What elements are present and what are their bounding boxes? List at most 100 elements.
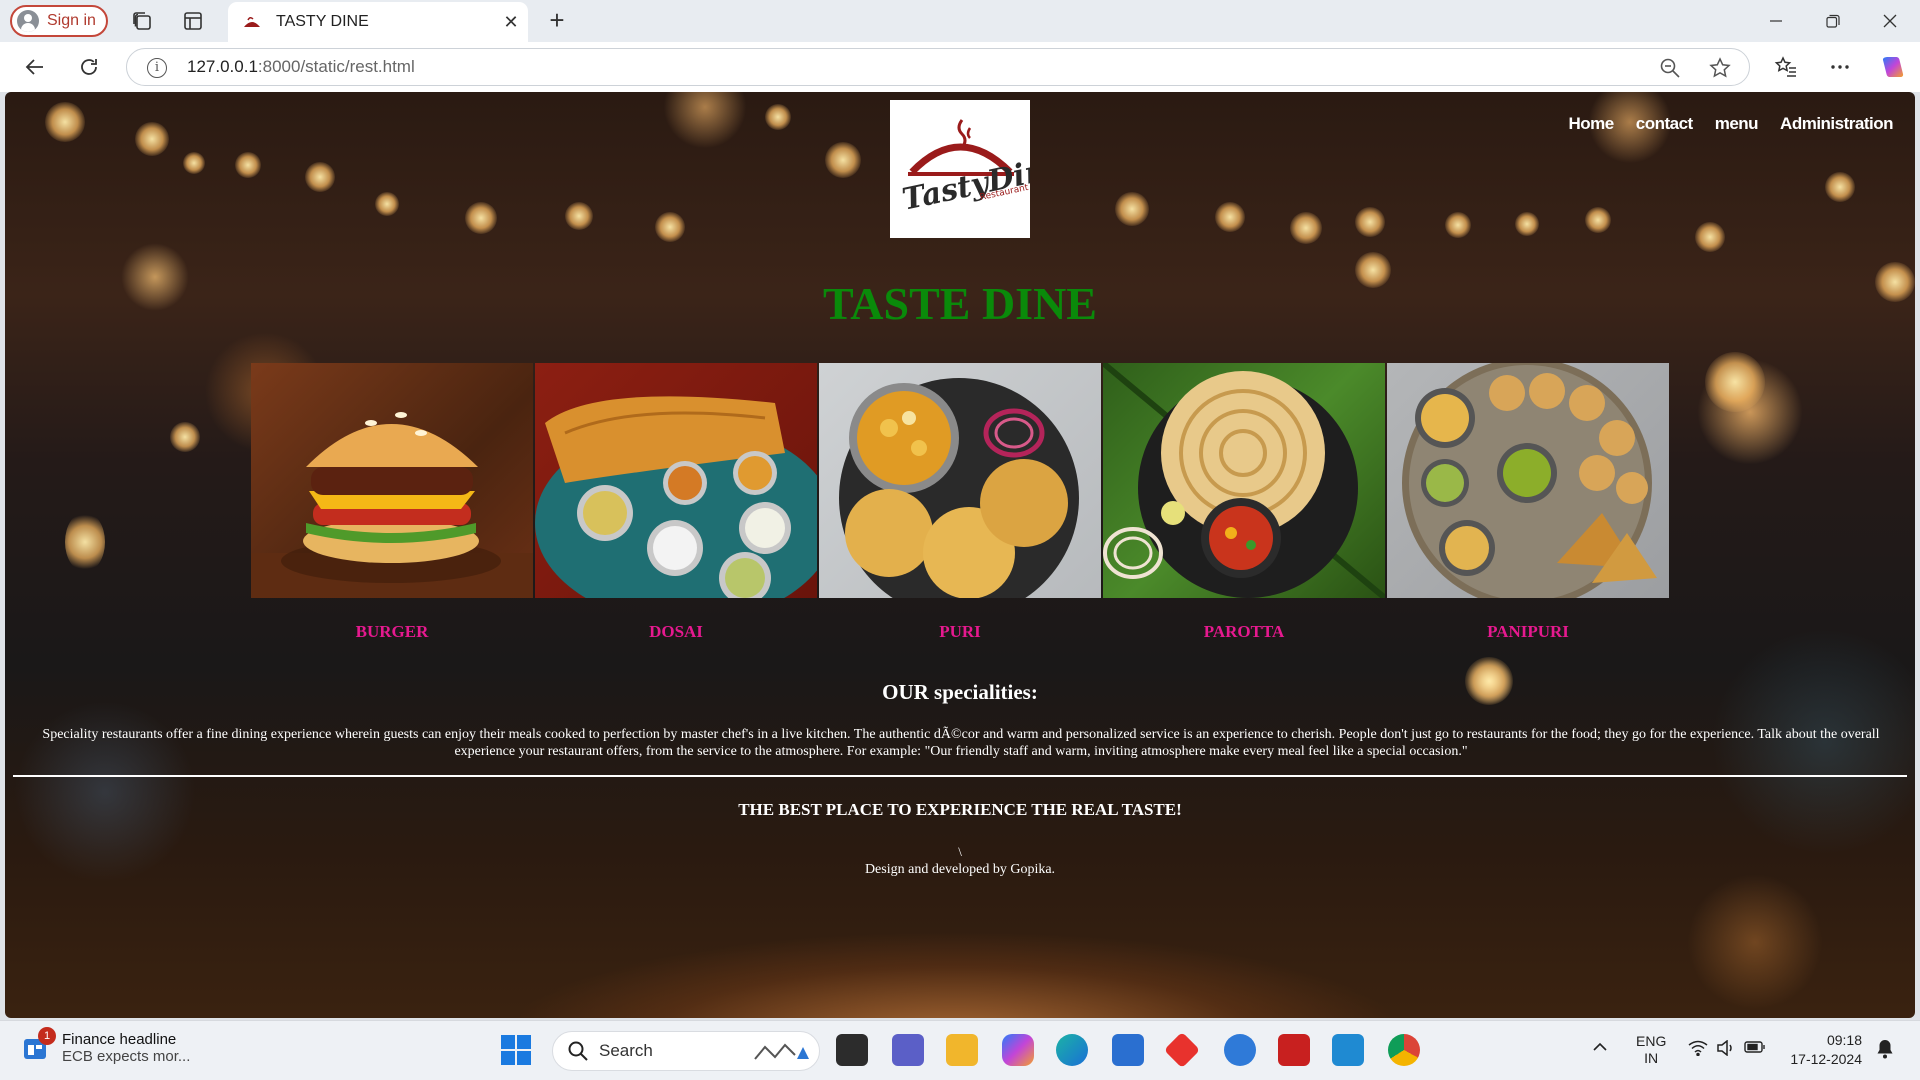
python-icon[interactable]	[1224, 1034, 1256, 1066]
bokeh-light	[765, 104, 791, 130]
tab-actions-icon[interactable]	[181, 9, 205, 33]
dish-label-dosai: DOSAI	[649, 622, 703, 641]
restaurant-logo: TastyDine Restaurant	[890, 100, 1068, 238]
dish-labels: BURGER DOSAI PURI PAROTTA PANIPURI	[251, 622, 1671, 642]
favorites-icon[interactable]	[1771, 52, 1801, 82]
notification-bell-icon[interactable]	[1876, 1039, 1894, 1062]
dish-label-panipuri: PANIPURI	[1487, 622, 1569, 641]
battery-icon[interactable]	[1744, 1040, 1766, 1057]
dish-label-parotta: PAROTTA	[1203, 622, 1285, 641]
site-info-icon[interactable]: i	[147, 58, 167, 78]
news-title: Finance headline	[62, 1031, 177, 1048]
bokeh-light	[1355, 207, 1385, 237]
bokeh-light	[183, 152, 205, 174]
favorite-star-icon[interactable]	[1709, 57, 1731, 79]
task-view-icon[interactable]	[836, 1034, 868, 1066]
dish-label-burger: BURGER	[355, 622, 429, 641]
bokeh-light	[465, 202, 497, 234]
bokeh-light	[1215, 202, 1245, 232]
svg-text:TastyDine: TastyDine	[899, 149, 1030, 218]
close-tab-icon[interactable]: ✕	[494, 7, 528, 37]
tab-favicon-icon	[244, 16, 260, 27]
tab-tasty-dine[interactable]: TASTY DINE ✕	[228, 2, 528, 42]
bokeh-light	[825, 142, 861, 178]
dosai-image	[535, 363, 817, 598]
panipuri-image	[1387, 363, 1669, 598]
bokeh-light	[305, 162, 335, 192]
bokeh-light	[1695, 222, 1725, 252]
minimize-icon[interactable]	[1756, 6, 1796, 36]
profile-icon	[17, 10, 39, 32]
taskbar-search-input[interactable]: Search	[552, 1031, 820, 1071]
bokeh-light	[135, 122, 169, 156]
dish-label-puri: PURI	[939, 622, 981, 641]
parotta-image	[1103, 363, 1385, 598]
bokeh-light	[1445, 212, 1471, 238]
edge-icon[interactable]	[1056, 1034, 1088, 1066]
dish-gallery	[251, 363, 1671, 598]
copilot-app-icon[interactable]	[1002, 1034, 1034, 1066]
specialities-heading: OUR specialities:	[882, 680, 1038, 704]
more-options-icon[interactable]	[1825, 52, 1855, 82]
start-icon[interactable]	[500, 1034, 532, 1066]
tray-chevron-icon[interactable]	[1592, 1039, 1608, 1058]
news-subtitle: ECB expects mor...	[62, 1048, 191, 1065]
language-indicator[interactable]: ENG IN	[1636, 1033, 1666, 1067]
browser-tab-bar: Sign in TASTY DINE ✕ +	[0, 0, 1920, 42]
back-icon[interactable]	[20, 52, 50, 82]
bokeh-light	[1290, 212, 1322, 244]
bokeh-light	[65, 512, 105, 572]
nav-contact-link[interactable]: contact	[1636, 114, 1693, 134]
workspaces-icon[interactable]	[130, 9, 154, 33]
file-explorer-icon[interactable]	[946, 1034, 978, 1066]
url-input[interactable]: i 127.0.0.1:8000/static/rest.html	[126, 48, 1750, 86]
store-icon[interactable]	[1112, 1034, 1144, 1066]
clock-time: 09:18	[1826, 1032, 1862, 1048]
bokeh-light	[565, 202, 593, 230]
news-widget[interactable]: 1 Finance headline ECB expects mor...	[22, 1027, 191, 1065]
page-viewport: Home contact menu Administration TastyDi…	[5, 92, 1915, 1018]
search-highlight-icon	[754, 1043, 809, 1060]
site-title: TASTE DINE	[823, 278, 1097, 329]
chrome-icon[interactable]	[1388, 1034, 1420, 1066]
vscode-icon[interactable]	[1332, 1034, 1364, 1066]
tagline: THE BEST PLACE TO EXPERIENCE THE REAL TA…	[738, 800, 1182, 819]
windows-taskbar: 1 Finance headline ECB expects mor... Se…	[0, 1020, 1920, 1080]
puri-image	[819, 363, 1101, 598]
zoom-out-icon[interactable]	[1659, 57, 1681, 79]
clock-date: 17-12-2024	[1790, 1051, 1862, 1067]
language-bottom: IN	[1644, 1050, 1659, 1066]
nav-menu-link[interactable]: menu	[1715, 114, 1759, 134]
mcafee-icon[interactable]	[1278, 1034, 1310, 1066]
main-nav: Home contact menu Administration	[1569, 114, 1894, 134]
widgets-icon: 1	[22, 1027, 56, 1061]
sign-in-label: Sign in	[47, 12, 96, 29]
teams-icon[interactable]	[892, 1034, 924, 1066]
git-icon[interactable]	[1163, 1031, 1201, 1069]
bokeh-light	[1585, 207, 1611, 233]
nav-home-link[interactable]: Home	[1569, 114, 1615, 134]
new-tab-icon[interactable]: +	[542, 6, 572, 36]
bokeh-light	[170, 422, 200, 452]
copilot-icon[interactable]	[1878, 52, 1908, 82]
sign-in-button[interactable]: Sign in	[10, 5, 108, 37]
volume-icon[interactable]	[1716, 1039, 1736, 1059]
bokeh-light	[235, 152, 261, 178]
specialities-text: Speciality restaurants offer a fine dini…	[42, 727, 1880, 759]
clock[interactable]: 09:18 17-12-2024	[1782, 1031, 1862, 1069]
language-top: ENG	[1636, 1033, 1667, 1049]
nav-administration-link[interactable]: Administration	[1780, 114, 1893, 134]
wifi-icon[interactable]	[1688, 1040, 1708, 1059]
bokeh-light	[1115, 192, 1149, 226]
restore-icon[interactable]	[1813, 6, 1853, 36]
bokeh-light	[1705, 352, 1765, 412]
url-text: 127.0.0.1:8000/static/rest.html	[187, 57, 415, 76]
credit-text: Design and developed by Gopika.	[864, 862, 1056, 877]
refresh-icon[interactable]	[74, 52, 104, 82]
bokeh-light	[375, 192, 399, 216]
burger-image	[251, 363, 533, 598]
close-window-icon[interactable]	[1870, 6, 1910, 36]
search-label: Search	[599, 1041, 653, 1060]
bokeh-light	[1515, 212, 1539, 236]
news-badge: 1	[38, 1027, 56, 1045]
